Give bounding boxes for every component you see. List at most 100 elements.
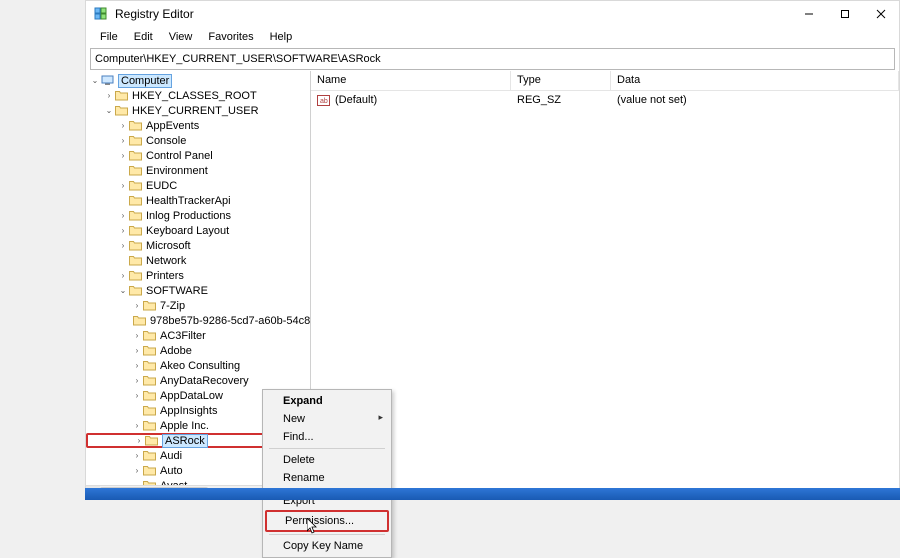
menu-help[interactable]: Help xyxy=(262,29,301,45)
folder-icon xyxy=(143,345,156,356)
chevron-icon[interactable]: › xyxy=(132,451,142,461)
chevron-icon[interactable]: › xyxy=(118,151,128,161)
chevron-icon[interactable]: › xyxy=(132,361,142,371)
svg-text:ab: ab xyxy=(320,98,328,105)
chevron-icon[interactable]: › xyxy=(132,331,142,341)
column-header-data[interactable]: Data xyxy=(611,71,899,90)
tree-label: Microsoft xyxy=(146,240,191,252)
context-menu: ExpandNewFind...DeleteRenameExportPermis… xyxy=(262,389,392,558)
chevron-icon[interactable]: ⌄ xyxy=(104,106,114,116)
context-menu-item[interactable]: Expand xyxy=(265,392,389,410)
folder-icon xyxy=(129,165,142,176)
chevron-icon[interactable]: › xyxy=(118,121,128,131)
context-menu-item[interactable]: New xyxy=(265,410,389,428)
folder-icon xyxy=(129,255,142,266)
chevron-icon[interactable]: › xyxy=(118,181,128,191)
folder-icon xyxy=(129,135,142,146)
chevron-icon[interactable]: ⌄ xyxy=(118,286,128,296)
taskbar[interactable] xyxy=(85,488,900,500)
tree-item[interactable]: ›AnyDataRecovery xyxy=(86,373,310,388)
tree-item[interactable]: ›Keyboard Layout xyxy=(86,223,310,238)
menu-favorites[interactable]: Favorites xyxy=(200,29,261,45)
column-header-name[interactable]: Name xyxy=(311,71,511,90)
chevron-icon[interactable]: › xyxy=(104,91,114,101)
context-menu-item[interactable]: Find... xyxy=(265,428,389,446)
tree-item[interactable]: 978be57b-9286-5cd7-a60b-54c81352a986 xyxy=(86,313,310,328)
tree-item[interactable]: Environment xyxy=(86,163,310,178)
tree-item[interactable]: › Akeo Consulting xyxy=(86,358,310,373)
tree-item[interactable]: ⌄SOFTWARE xyxy=(86,283,310,298)
maximize-button[interactable] xyxy=(827,1,863,27)
tree-item[interactable]: ›Adobe xyxy=(86,343,310,358)
address-bar[interactable]: Computer\HKEY_CURRENT_USER\SOFTWARE\ASRo… xyxy=(90,48,895,70)
list-row[interactable]: ab (Default) REG_SZ (value not set) xyxy=(311,91,899,109)
context-menu-separator xyxy=(269,534,385,535)
tree-item[interactable]: › AC3Filter xyxy=(86,328,310,343)
menu-file[interactable]: File xyxy=(92,29,126,45)
folder-icon xyxy=(115,105,128,116)
folder-icon xyxy=(115,90,128,101)
column-header-type[interactable]: Type xyxy=(511,71,611,90)
tree-label: AC3Filter xyxy=(160,330,206,342)
tree-label: AppInsights xyxy=(160,405,217,417)
tree-item[interactable]: Network xyxy=(86,253,310,268)
folder-icon xyxy=(129,210,142,221)
tree-label: Apple Inc. xyxy=(160,420,209,432)
tree-item[interactable]: › HKEY_CLASSES_ROOT xyxy=(86,88,310,103)
window-title: Registry Editor xyxy=(115,7,791,21)
chevron-icon[interactable]: › xyxy=(132,376,142,386)
chevron-icon[interactable]: › xyxy=(132,391,142,401)
tree-item[interactable]: › Control Panel xyxy=(86,148,310,163)
tree-item[interactable]: ›ASRock xyxy=(86,433,280,448)
tree-label: HKEY_CLASSES_ROOT xyxy=(132,90,257,102)
tree-item[interactable]: › Console xyxy=(86,133,310,148)
chevron-icon[interactable] xyxy=(118,256,128,266)
chevron-icon[interactable]: › xyxy=(118,271,128,281)
chevron-icon[interactable]: › xyxy=(118,241,128,251)
tree-label: Control Panel xyxy=(146,150,213,162)
tree-label: AppEvents xyxy=(146,120,199,132)
tree-item[interactable]: › Microsoft xyxy=(86,238,310,253)
context-menu-item[interactable]: Copy Key Name xyxy=(265,537,389,555)
tree-item[interactable]: HealthTrackerApi xyxy=(86,193,310,208)
tree-label: HKEY_CURRENT_USER xyxy=(132,105,259,117)
menu-edit[interactable]: Edit xyxy=(126,29,161,45)
chevron-icon[interactable]: › xyxy=(132,466,142,476)
menu-view[interactable]: View xyxy=(161,29,201,45)
tree-label: Network xyxy=(146,255,186,267)
chevron-down-icon[interactable]: ⌄ xyxy=(90,76,100,86)
tree-item[interactable]: ›7-Zip xyxy=(86,298,310,313)
context-menu-item[interactable]: Delete xyxy=(265,451,389,469)
chevron-icon[interactable]: › xyxy=(118,136,128,146)
tree-root-computer[interactable]: ⌄Computer xyxy=(86,73,310,88)
folder-icon xyxy=(129,150,142,161)
chevron-icon[interactable] xyxy=(118,196,128,206)
chevron-icon[interactable]: › xyxy=(118,211,128,221)
folder-icon xyxy=(129,180,142,191)
folder-icon xyxy=(133,315,146,326)
folder-icon xyxy=(143,330,156,341)
folder-icon xyxy=(143,360,156,371)
tree-label: Akeo Consulting xyxy=(160,360,240,372)
tree-item[interactable]: ›Printers xyxy=(86,268,310,283)
chevron-icon[interactable] xyxy=(118,166,128,176)
tree-label: Console xyxy=(146,135,186,147)
close-button[interactable] xyxy=(863,1,899,27)
tree-item[interactable]: ⌄ HKEY_CURRENT_USER xyxy=(86,103,310,118)
context-menu-item[interactable]: Rename xyxy=(265,469,389,487)
tree-item[interactable]: ›EUDC xyxy=(86,178,310,193)
minimize-button[interactable] xyxy=(791,1,827,27)
tree-label: HealthTrackerApi xyxy=(146,195,231,207)
tree-item[interactable]: ›Inlog Productions xyxy=(86,208,310,223)
chevron-icon[interactable]: › xyxy=(132,421,142,431)
tree-label: 978be57b-9286-5cd7-a60b-54c81352a986 xyxy=(150,315,310,327)
chevron-icon[interactable] xyxy=(132,406,142,416)
tree-item[interactable]: › AppEvents xyxy=(86,118,310,133)
chevron-icon[interactable]: › xyxy=(134,436,144,446)
folder-icon xyxy=(129,195,142,206)
chevron-icon[interactable]: › xyxy=(132,346,142,356)
chevron-icon[interactable]: › xyxy=(132,301,142,311)
chevron-icon[interactable]: › xyxy=(118,226,128,236)
context-menu-separator xyxy=(269,448,385,449)
context-menu-item[interactable]: Permissions... xyxy=(265,510,389,532)
